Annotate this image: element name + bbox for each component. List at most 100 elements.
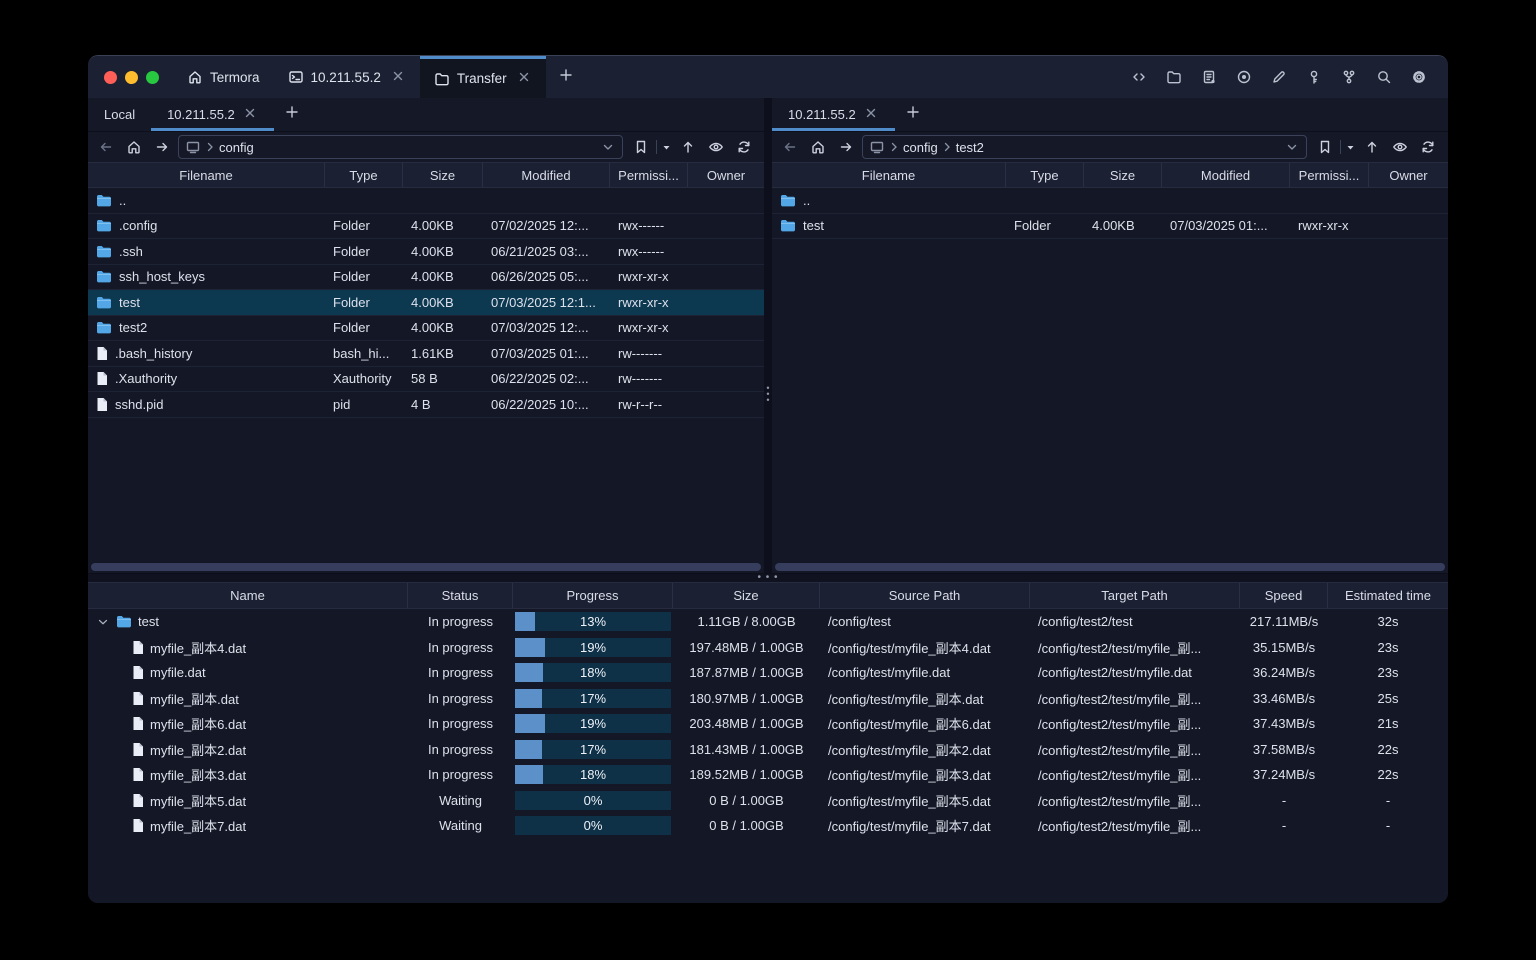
- path-field[interactable]: config: [178, 135, 623, 159]
- transfer-row[interactable]: myfile_副本6.dat In progress 19% 203.48MB …: [88, 711, 1448, 737]
- back-button[interactable]: [778, 136, 802, 158]
- file-row[interactable]: .Xauthority Xauthority 58 B 06/22/2025 0…: [88, 367, 764, 392]
- back-button[interactable]: [94, 136, 118, 158]
- column-header[interactable]: Status: [408, 583, 513, 608]
- column-header[interactable]: Modified: [483, 163, 610, 187]
- show-hidden-files-icon[interactable]: [1388, 136, 1412, 158]
- minimize-window-button[interactable]: [125, 70, 138, 84]
- close-icon[interactable]: [242, 105, 258, 124]
- column-header[interactable]: Modified: [1162, 163, 1290, 187]
- column-header[interactable]: Owner: [688, 163, 764, 187]
- code-icon[interactable]: [1126, 64, 1152, 90]
- close-icon[interactable]: [863, 105, 879, 124]
- folder-outline-icon[interactable]: [1161, 64, 1187, 90]
- refresh-icon[interactable]: [1416, 136, 1440, 158]
- horizontal-scrollbar[interactable]: [772, 561, 1448, 573]
- file-row[interactable]: .bash_history bash_hi... 1.61KB 07/03/20…: [88, 341, 764, 367]
- column-header[interactable]: Target Path: [1030, 583, 1240, 608]
- key-icon[interactable]: [1301, 64, 1327, 90]
- column-header[interactable]: Size: [673, 583, 820, 608]
- chevron-down-icon[interactable]: [96, 614, 110, 630]
- parent-directory-button[interactable]: [676, 136, 700, 158]
- right-pane: 10.211.55.2 config test2 Filename Type S…: [772, 98, 1448, 573]
- column-header[interactable]: Size: [403, 163, 483, 187]
- transfer-row[interactable]: myfile_副本.dat In progress 17% 180.97MB /…: [88, 686, 1448, 712]
- transfer-row[interactable]: myfile_副本4.dat In progress 19% 197.48MB …: [88, 635, 1448, 661]
- transfer-row[interactable]: myfile_副本2.dat In progress 17% 181.43MB …: [88, 737, 1448, 763]
- file-row[interactable]: test Folder 4.00KB 07/03/2025 12:1... rw…: [88, 290, 764, 316]
- chevron-right-icon: [942, 141, 952, 153]
- zoom-window-button[interactable]: [146, 70, 159, 84]
- bookmark-icon[interactable]: [629, 136, 653, 158]
- pane-tab-remote[interactable]: 10.211.55.2: [151, 98, 274, 131]
- path-segment[interactable]: config: [219, 140, 254, 155]
- record-icon[interactable]: [1231, 64, 1257, 90]
- tab-termora[interactable]: Termora: [173, 56, 274, 98]
- chevron-down-icon[interactable]: [600, 139, 616, 155]
- forward-button[interactable]: [834, 136, 858, 158]
- cell-target-path: /config/test2/test/myfile_副...: [1038, 793, 1202, 809]
- transfer-row[interactable]: myfile_副本3.dat In progress 18% 189.52MB …: [88, 762, 1448, 788]
- path-field[interactable]: config test2: [862, 135, 1307, 159]
- column-header[interactable]: Type: [325, 163, 403, 187]
- file-row[interactable]: test Folder 4.00KB 07/03/2025 01:... rwx…: [772, 214, 1448, 239]
- file-row[interactable]: ..: [772, 188, 1448, 214]
- transfer-row[interactable]: myfile_副本5.dat Waiting 0% 0 B / 1.00GB /…: [88, 788, 1448, 814]
- close-icon[interactable]: [390, 68, 406, 87]
- pane-tab-local[interactable]: Local: [88, 98, 151, 131]
- file-row[interactable]: sshd.pid pid 4 B 06/22/2025 10:... rw-r-…: [88, 392, 764, 418]
- cell-modified: 06/22/2025 02:...: [491, 371, 589, 387]
- branch-icon[interactable]: [1336, 64, 1362, 90]
- column-header[interactable]: Filename: [772, 163, 1006, 187]
- column-header[interactable]: Size: [1084, 163, 1162, 187]
- tab-host-session[interactable]: 10.211.55.2: [274, 56, 420, 98]
- forward-button[interactable]: [150, 136, 174, 158]
- bookmark-dropdown-icon[interactable]: [660, 136, 672, 158]
- cell-modified: 07/03/2025 12:...: [491, 320, 589, 336]
- transfer-row[interactable]: myfile.dat In progress 18% 187.87MB / 1.…: [88, 660, 1448, 686]
- pane-splitter[interactable]: • • •: [764, 98, 772, 573]
- show-hidden-files-icon[interactable]: [704, 136, 728, 158]
- file-row[interactable]: ..: [88, 188, 764, 214]
- left-pane-tabs: Local 10.211.55.2: [88, 98, 764, 132]
- bookmark-icon[interactable]: [1313, 136, 1337, 158]
- path-segment[interactable]: config: [903, 140, 938, 155]
- pane-new-tab-button[interactable]: [274, 98, 310, 131]
- tab-transfer[interactable]: Transfer: [419, 56, 546, 98]
- bookmark-dropdown-icon[interactable]: [1344, 136, 1356, 158]
- home-button[interactable]: [122, 136, 146, 158]
- edit-icon[interactable]: [1266, 64, 1292, 90]
- refresh-icon[interactable]: [732, 136, 756, 158]
- column-header[interactable]: Source Path: [820, 583, 1030, 608]
- column-header[interactable]: Permissi...: [610, 163, 688, 187]
- column-header[interactable]: Progress: [513, 583, 673, 608]
- column-header[interactable]: Owner: [1369, 163, 1448, 187]
- cell-name: myfile_副本4.dat: [88, 635, 408, 661]
- column-header[interactable]: Permissi...: [1290, 163, 1369, 187]
- search-icon[interactable]: [1371, 64, 1397, 90]
- chevron-down-icon[interactable]: [1284, 139, 1300, 155]
- settings-icon[interactable]: [1406, 64, 1432, 90]
- horizontal-scrollbar[interactable]: [88, 561, 764, 573]
- transfer-splitter[interactable]: • • •: [88, 573, 1448, 583]
- column-header[interactable]: Estimated time: [1328, 583, 1448, 608]
- file-row[interactable]: .ssh Folder 4.00KB 06/21/2025 03:... rwx…: [88, 239, 764, 265]
- file-row[interactable]: test2 Folder 4.00KB 07/03/2025 12:... rw…: [88, 316, 764, 341]
- close-window-button[interactable]: [104, 70, 117, 84]
- home-button[interactable]: [806, 136, 830, 158]
- column-header[interactable]: Speed: [1240, 583, 1328, 608]
- column-header[interactable]: Type: [1006, 163, 1084, 187]
- transfer-row[interactable]: myfile_副本7.dat Waiting 0% 0 B / 1.00GB /…: [88, 813, 1448, 839]
- parent-directory-button[interactable]: [1360, 136, 1384, 158]
- file-row[interactable]: .config Folder 4.00KB 07/02/2025 12:... …: [88, 214, 764, 239]
- transfer-row[interactable]: test In progress 13% 1.11GB / 8.00GB /co…: [88, 609, 1448, 635]
- log-icon[interactable]: [1196, 64, 1222, 90]
- new-tab-button[interactable]: [546, 56, 586, 98]
- pane-new-tab-button[interactable]: [895, 98, 931, 131]
- pane-tab-remote[interactable]: 10.211.55.2: [772, 98, 895, 131]
- file-row[interactable]: ssh_host_keys Folder 4.00KB 06/26/2025 0…: [88, 265, 764, 290]
- path-segment[interactable]: test2: [956, 140, 984, 155]
- close-icon[interactable]: [516, 69, 532, 88]
- column-header[interactable]: Filename: [88, 163, 325, 187]
- column-header[interactable]: Name: [88, 583, 408, 608]
